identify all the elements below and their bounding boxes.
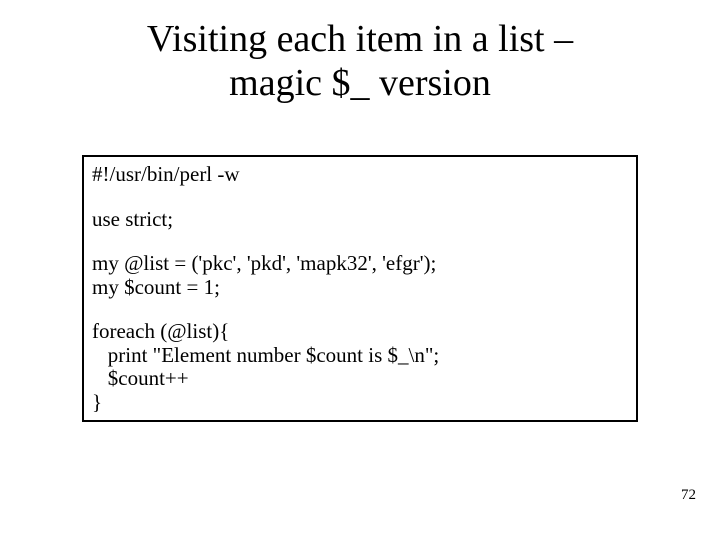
blank-line (92, 231, 628, 252)
code-line: #!/usr/bin/perl -w (92, 163, 628, 187)
code-line: } (92, 391, 628, 415)
blank-line (92, 187, 628, 208)
code-line: my $count = 1; (92, 276, 628, 300)
code-box: #!/usr/bin/perl -w use strict; my @list … (82, 155, 638, 422)
slide: Visiting each item in a list – magic $_ … (0, 0, 720, 540)
code-line: my @list = ('pkc', 'pkd', 'mapk32', 'efg… (92, 252, 628, 276)
page-number: 72 (681, 487, 696, 504)
code-line: use strict; (92, 208, 628, 232)
code-line: foreach (@list){ (92, 320, 628, 344)
title-line-1: Visiting each item in a list – (0, 18, 720, 62)
code-line: print "Element number $count is $_\n"; (92, 344, 628, 368)
title-line-2: magic $_ version (0, 62, 720, 106)
blank-line (92, 299, 628, 320)
code-line: $count++ (92, 367, 628, 391)
slide-title: Visiting each item in a list – magic $_ … (0, 0, 720, 105)
